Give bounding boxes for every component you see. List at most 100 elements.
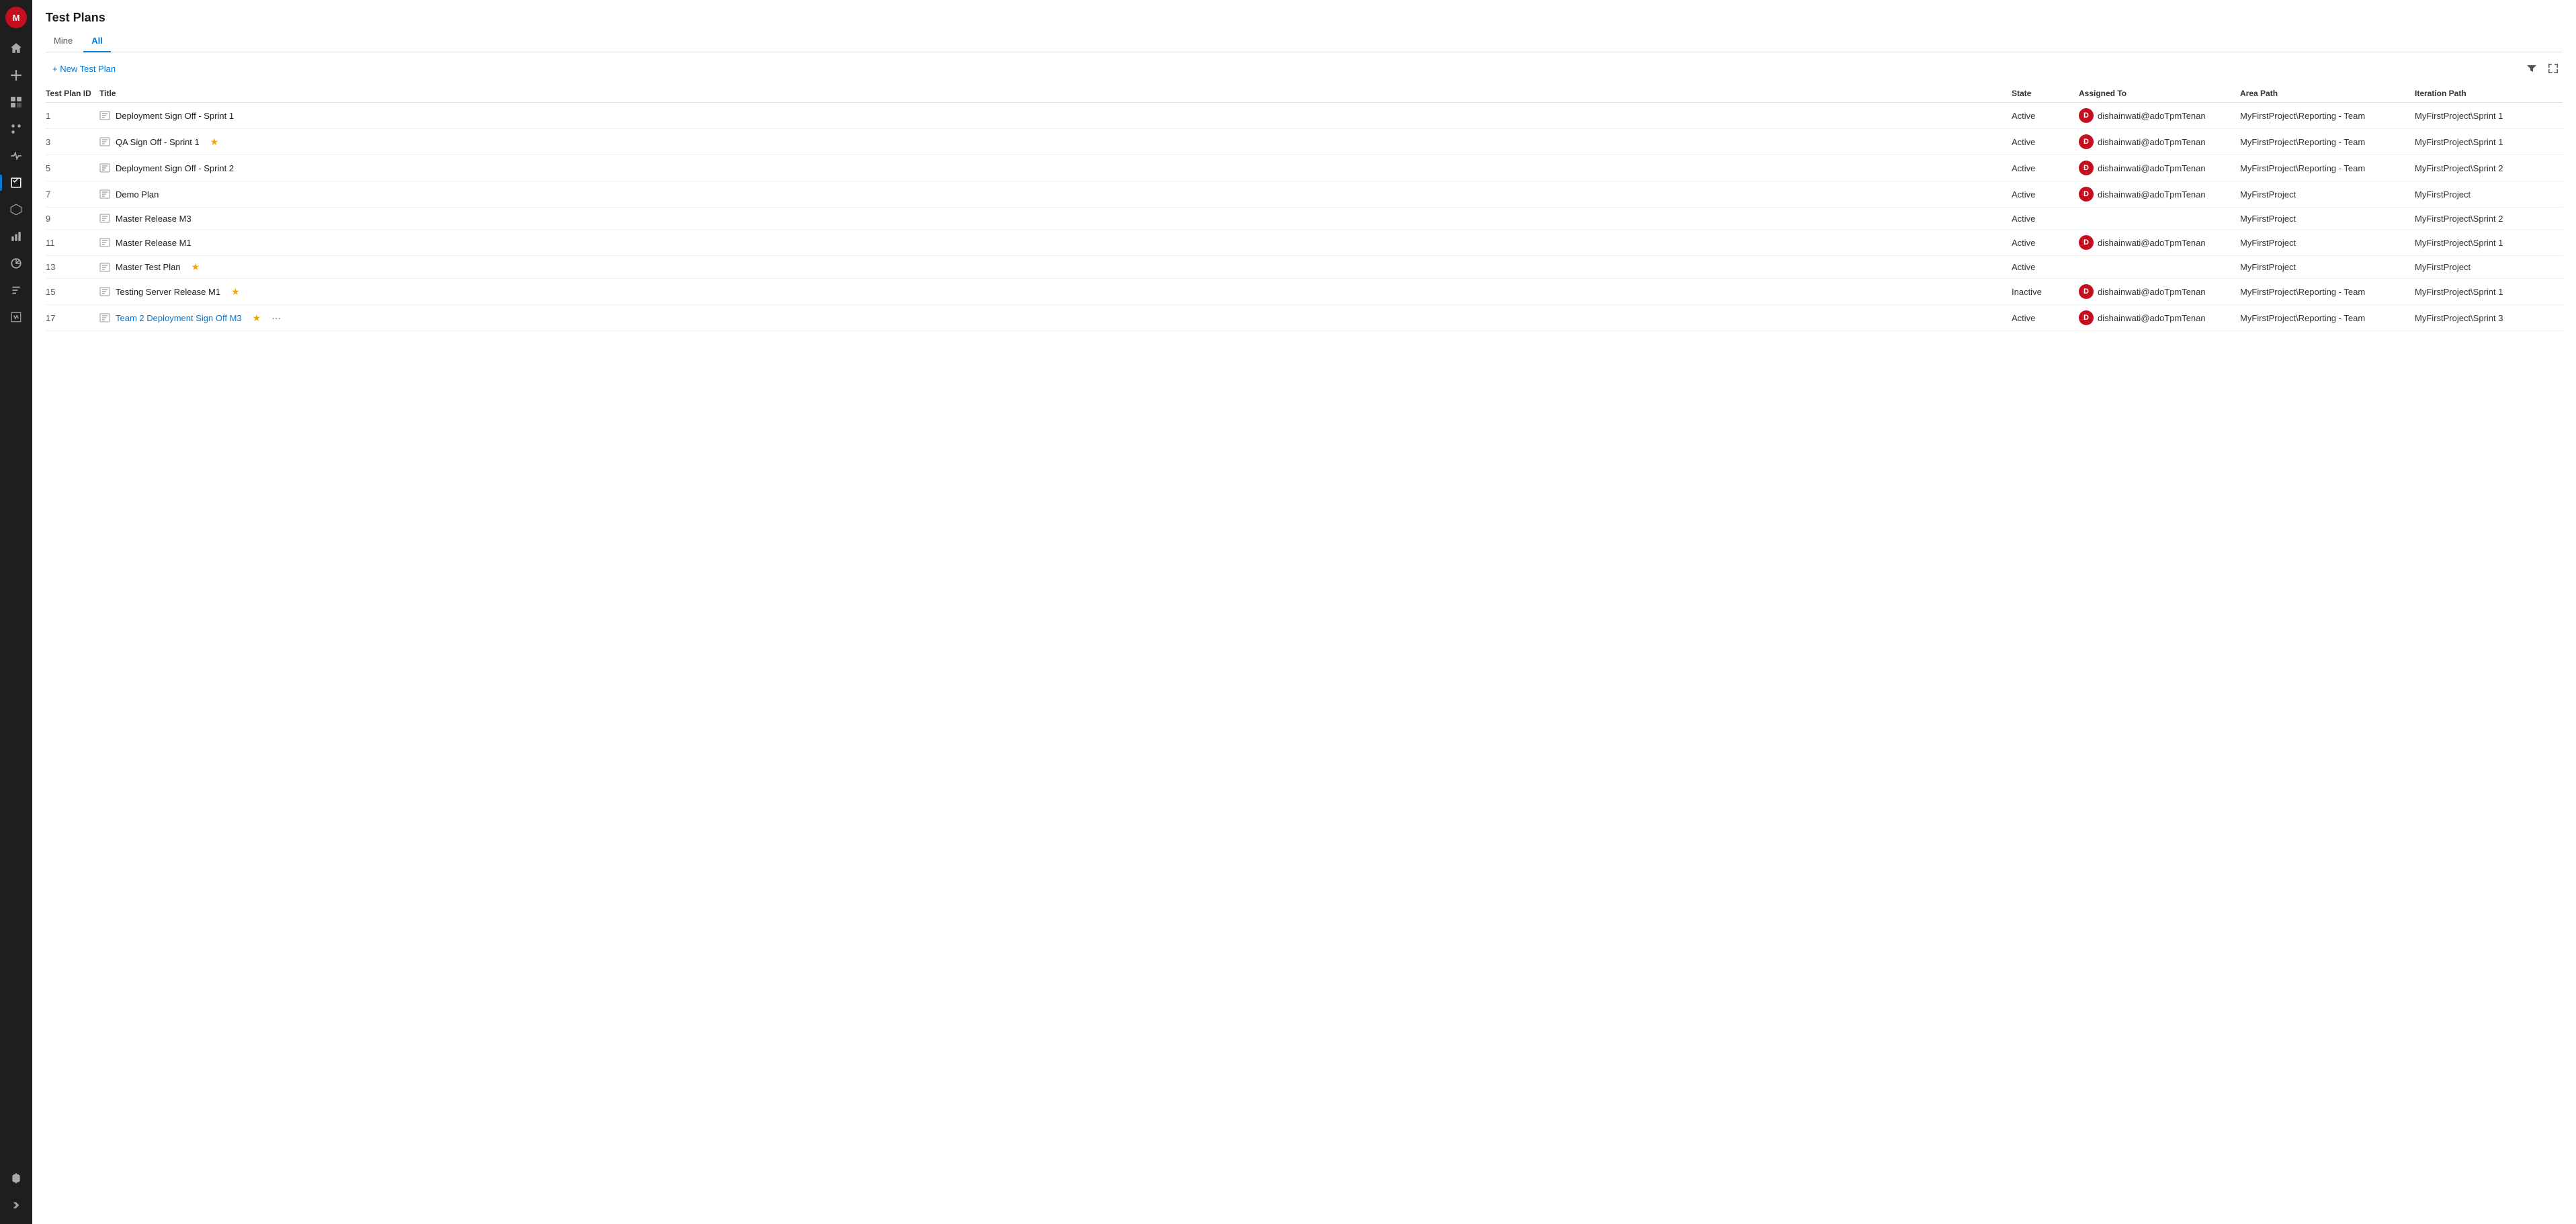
nav-home-icon[interactable] bbox=[0, 35, 32, 62]
new-test-plan-button[interactable]: + New Test Plan bbox=[46, 60, 122, 77]
nav-reports-icon[interactable] bbox=[0, 223, 32, 250]
cell-assigned: Ddishainwati@adoTpmTenan bbox=[2079, 103, 2240, 129]
assigned-name: dishainwati@adoTpmTenan bbox=[2098, 137, 2206, 147]
avatar: D bbox=[2079, 187, 2094, 202]
plan-icon bbox=[99, 163, 110, 173]
nav-requests-icon[interactable] bbox=[0, 277, 32, 304]
col-header-area: Area Path bbox=[2240, 85, 2415, 103]
assigned-name: dishainwati@adoTpmTenan bbox=[2098, 238, 2206, 248]
plan-title-link[interactable]: Team 2 Deployment Sign Off M3 bbox=[116, 313, 242, 323]
tab-mine[interactable]: Mine bbox=[46, 32, 81, 52]
cell-assigned: Ddishainwati@adoTpmTenan bbox=[2079, 181, 2240, 208]
cell-id: 5 bbox=[46, 155, 99, 181]
cell-title: Demo Plan bbox=[99, 181, 2012, 208]
plan-icon bbox=[99, 136, 110, 147]
cell-state: Active bbox=[2012, 103, 2079, 129]
assigned-name: dishainwati@adoTpmTenan bbox=[2098, 287, 2206, 297]
cell-assigned: Ddishainwati@adoTpmTenan bbox=[2079, 279, 2240, 305]
nav-collapse-icon[interactable] bbox=[0, 1192, 32, 1219]
avatar: D bbox=[2079, 161, 2094, 175]
cell-state: Active bbox=[2012, 208, 2079, 230]
page-header: Test Plans Mine All bbox=[32, 0, 2576, 52]
cell-title: Deployment Sign Off - Sprint 1 bbox=[99, 103, 2012, 129]
cell-assigned: Ddishainwati@adoTpmTenan bbox=[2079, 129, 2240, 155]
cell-title: Master Test Plan★ bbox=[99, 256, 2012, 279]
cell-state: Active bbox=[2012, 230, 2079, 256]
star-icon[interactable]: ★ bbox=[210, 136, 219, 148]
nav-analytics-icon[interactable] bbox=[0, 250, 32, 277]
cell-iteration: MyFirstProject\Sprint 3 bbox=[2415, 305, 2563, 331]
cell-title: Deployment Sign Off - Sprint 2 bbox=[99, 155, 2012, 181]
cell-title: Team 2 Deployment Sign Off M3 ★ ··· bbox=[99, 305, 2012, 331]
plan-icon bbox=[99, 110, 110, 121]
star-icon[interactable]: ★ bbox=[231, 286, 240, 298]
avatar: D bbox=[2079, 108, 2094, 123]
toolbar-right bbox=[2522, 59, 2563, 78]
filter-button[interactable] bbox=[2522, 59, 2541, 78]
cell-id: 7 bbox=[46, 181, 99, 208]
main-content: Test Plans Mine All + New Test Plan Test… bbox=[32, 0, 2576, 1224]
nav-add-icon[interactable] bbox=[0, 62, 32, 89]
plan-icon bbox=[99, 213, 110, 224]
user-avatar[interactable]: M bbox=[5, 7, 27, 28]
page-title: Test Plans bbox=[46, 11, 2563, 25]
cell-title: QA Sign Off - Sprint 1 ★ bbox=[99, 129, 2012, 155]
plan-title-text: Deployment Sign Off - Sprint 2 bbox=[116, 163, 234, 173]
cell-area: MyFirstProject bbox=[2240, 208, 2415, 230]
plan-icon bbox=[99, 312, 110, 323]
cell-area: MyFirstProject bbox=[2240, 256, 2415, 279]
plan-title-text: Master Release M3 bbox=[116, 214, 191, 224]
avatar: D bbox=[2079, 235, 2094, 250]
cell-state: Inactive bbox=[2012, 279, 2079, 305]
col-header-title: Title bbox=[99, 85, 2012, 103]
star-icon[interactable]: ★ bbox=[191, 261, 200, 273]
cell-id: 1 bbox=[46, 103, 99, 129]
plan-icon bbox=[99, 262, 110, 273]
plan-title-text: Testing Server Release M1 bbox=[116, 287, 220, 297]
cell-assigned: Ddishainwati@adoTpmTenan bbox=[2079, 305, 2240, 331]
cell-title: Master Release M1 bbox=[99, 230, 2012, 256]
cell-assigned bbox=[2079, 208, 2240, 230]
plan-title-text: QA Sign Off - Sprint 1 bbox=[116, 137, 200, 147]
more-icon[interactable]: ··· bbox=[271, 312, 281, 323]
cell-id: 15 bbox=[46, 279, 99, 305]
assigned-name: dishainwati@adoTpmTenan bbox=[2098, 163, 2206, 173]
toolbar: + New Test Plan bbox=[32, 52, 2576, 85]
avatar: D bbox=[2079, 134, 2094, 149]
tab-all[interactable]: All bbox=[83, 32, 111, 52]
assigned-name: dishainwati@adoTpmTenan bbox=[2098, 313, 2206, 323]
plan-title-text: Master Release M1 bbox=[116, 238, 191, 248]
star-icon[interactable]: ★ bbox=[253, 312, 261, 324]
col-header-id: Test Plan ID bbox=[46, 85, 99, 103]
nav-pipelines-icon[interactable] bbox=[0, 142, 32, 169]
cell-iteration: MyFirstProject\Sprint 1 bbox=[2415, 103, 2563, 129]
cell-area: MyFirstProject\Reporting - Team bbox=[2240, 103, 2415, 129]
cell-assigned: Ddishainwati@adoTpmTenan bbox=[2079, 230, 2240, 256]
plan-title-text: Demo Plan bbox=[116, 189, 159, 200]
nav-repos-icon[interactable] bbox=[0, 116, 32, 142]
cell-state: Active bbox=[2012, 181, 2079, 208]
nav-testplans-icon[interactable] bbox=[0, 169, 32, 196]
table-row: 17Team 2 Deployment Sign Off M3★···Activ… bbox=[46, 305, 2563, 331]
cell-state: Active bbox=[2012, 155, 2079, 181]
fullscreen-button[interactable] bbox=[2544, 59, 2563, 78]
cell-id: 3 bbox=[46, 129, 99, 155]
nav-wiki-icon[interactable] bbox=[0, 304, 32, 331]
table-container: Test Plan ID Title State Assigned To Are… bbox=[32, 85, 2576, 1224]
col-header-iteration: Iteration Path bbox=[2415, 85, 2563, 103]
cell-area: MyFirstProject\Reporting - Team bbox=[2240, 305, 2415, 331]
table-row: 3QA Sign Off - Sprint 1★ActiveDdishainwa… bbox=[46, 129, 2563, 155]
cell-title: Testing Server Release M1 ★ bbox=[99, 279, 2012, 305]
cell-assigned bbox=[2079, 256, 2240, 279]
cell-id: 9 bbox=[46, 208, 99, 230]
cell-iteration: MyFirstProject\Sprint 1 bbox=[2415, 129, 2563, 155]
cell-area: MyFirstProject\Reporting - Team bbox=[2240, 129, 2415, 155]
nav-artifacts-icon[interactable] bbox=[0, 196, 32, 223]
nav-boards-icon[interactable] bbox=[0, 89, 32, 116]
cell-iteration: MyFirstProject\Sprint 1 bbox=[2415, 279, 2563, 305]
nav-settings-icon[interactable] bbox=[0, 1165, 32, 1192]
cell-id: 13 bbox=[46, 256, 99, 279]
avatar: D bbox=[2079, 284, 2094, 299]
cell-area: MyFirstProject bbox=[2240, 230, 2415, 256]
cell-title: Master Release M3 bbox=[99, 208, 2012, 230]
